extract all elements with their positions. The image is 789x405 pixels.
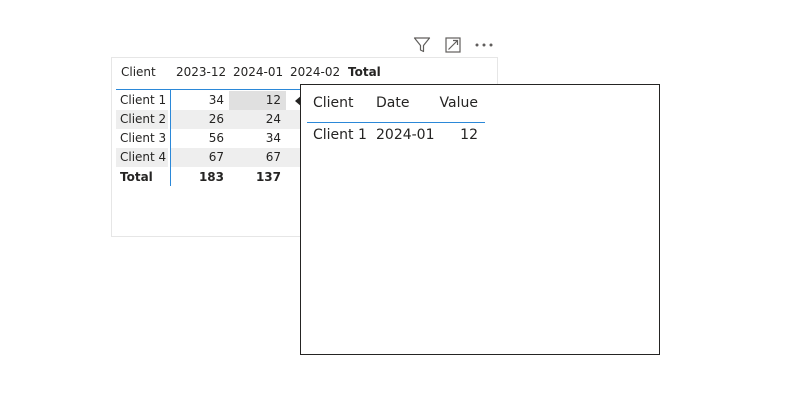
value-cell[interactable]: 34 bbox=[171, 91, 229, 110]
total-value-cell[interactable]: 183 bbox=[171, 168, 229, 187]
column-header-2023-12[interactable]: 2023-12 bbox=[176, 63, 226, 82]
row-shading bbox=[286, 110, 300, 129]
tooltip-column-value: Value bbox=[439, 95, 478, 111]
filter-icon[interactable] bbox=[412, 35, 432, 55]
tooltip-column-client: Client bbox=[313, 95, 354, 111]
more-options-icon[interactable] bbox=[474, 35, 494, 55]
tooltip-cell-value: 12 bbox=[460, 127, 478, 143]
row-header-client-1[interactable]: Client 1 bbox=[116, 91, 168, 110]
total-value-cell[interactable]: 137 bbox=[229, 168, 286, 187]
row-shading bbox=[286, 148, 300, 167]
row-header-client-2[interactable]: Client 2 bbox=[116, 110, 168, 129]
value-cell[interactable]: 26 bbox=[171, 110, 229, 129]
selected-value-cell[interactable]: 12 bbox=[229, 91, 286, 110]
row-header-total[interactable]: Total bbox=[116, 168, 168, 187]
value-cell[interactable]: 67 bbox=[171, 148, 229, 167]
column-header-2024-02[interactable]: 2024-02 bbox=[290, 63, 340, 82]
value-cell[interactable]: 24 bbox=[229, 110, 286, 129]
tooltip-header-divider bbox=[307, 122, 485, 123]
value-cell[interactable]: 56 bbox=[171, 129, 229, 148]
tooltip-cell-client: Client 1 bbox=[313, 127, 367, 143]
tooltip-column-date: Date bbox=[376, 95, 410, 111]
column-header-total[interactable]: Total bbox=[348, 63, 381, 82]
value-cell[interactable]: 67 bbox=[229, 148, 286, 167]
row-header-divider bbox=[170, 90, 171, 186]
tooltip-table: Client Date Value Client 1 2024-01 12 bbox=[300, 84, 660, 355]
column-header-2024-01[interactable]: 2024-01 bbox=[233, 63, 283, 82]
value-cell[interactable]: 34 bbox=[229, 129, 286, 148]
row-header-client-4[interactable]: Client 4 bbox=[116, 148, 168, 167]
column-header-client[interactable]: Client bbox=[116, 63, 156, 82]
focus-mode-icon[interactable] bbox=[443, 35, 463, 55]
header-divider bbox=[116, 89, 301, 90]
row-header-client-3[interactable]: Client 3 bbox=[116, 129, 168, 148]
